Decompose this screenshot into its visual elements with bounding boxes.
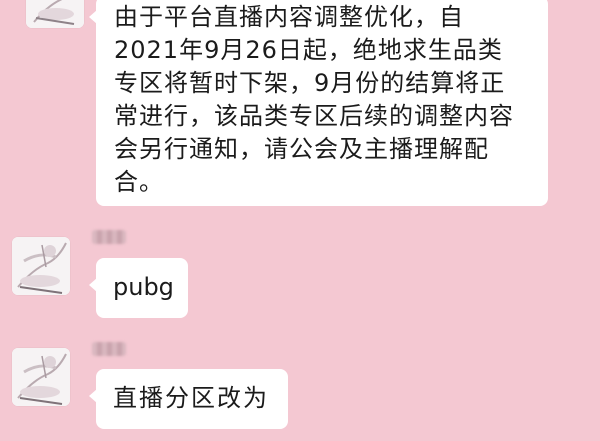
avatar[interactable] <box>12 237 70 295</box>
message-text: 由于平台直播内容调整优化，自 2021年9月26日起，绝地求生品类 专区将暂时下… <box>114 3 514 196</box>
avatar[interactable] <box>26 0 84 28</box>
chat-conversation: 由于平台直播内容调整优化，自 2021年9月26日起，绝地求生品类 专区将暂时下… <box>0 0 600 441</box>
message-bubble[interactable]: pubg <box>89 258 188 318</box>
sender-name <box>92 230 126 244</box>
message-bubble[interactable]: 由于平台直播内容调整优化，自 2021年9月26日起，绝地求生品类 专区将暂时下… <box>89 0 548 206</box>
avatar-image <box>12 237 70 295</box>
message-text: pubg <box>113 273 174 301</box>
avatar[interactable] <box>12 348 70 406</box>
avatar-image <box>26 0 84 28</box>
message-text: 直播分区改为 <box>113 384 269 412</box>
sender-name <box>92 342 126 356</box>
avatar-image <box>12 348 70 406</box>
message-bubble[interactable]: 直播分区改为 <box>89 369 288 429</box>
